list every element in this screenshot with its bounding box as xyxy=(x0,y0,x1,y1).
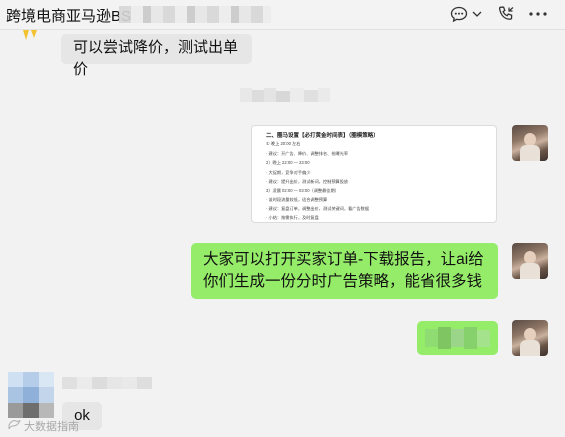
phone-icon[interactable] xyxy=(496,5,516,23)
avatar[interactable] xyxy=(512,320,548,356)
avatar[interactable] xyxy=(512,125,548,161)
image-doc-line: 2）晚上 22:00 — 23:00 xyxy=(266,160,310,165)
message-text: 大家可以打开买家订单-下载报告，让ai给你们生成一份分时广告策略，能省很多钱 xyxy=(203,251,484,290)
message-bubble-right[interactable] xyxy=(417,321,498,355)
more-icon[interactable] xyxy=(526,5,550,23)
avatar[interactable] xyxy=(512,243,548,279)
watermark-text: 大数据指南 xyxy=(24,421,79,433)
image-doc-line: · 建议：提升出价，测试新词，控制预算投放 xyxy=(266,179,349,184)
timestamp-redaction xyxy=(240,88,330,102)
sent-image-message[interactable]: 二、圈马设置【必打黄金时间表】（圈模策略） ① 晚上 20:00 左右 · 建议… xyxy=(251,125,497,223)
image-doc-line: · 大促期，竞争对手偏少 xyxy=(266,170,311,175)
avatar-redaction xyxy=(8,372,54,418)
image-doc-line: ① 晚上 20:00 左右 xyxy=(266,141,301,146)
chat-title: 跨境电商亚马逊BS xyxy=(6,8,132,25)
message-text: 可以尝试降价，测试出单价 xyxy=(73,39,239,78)
watermark-logo-icon xyxy=(8,419,21,430)
sticker-image[interactable] xyxy=(19,30,41,44)
name-redaction xyxy=(62,377,152,389)
image-doc-line: · 小结：按需执行，及时复盘 xyxy=(266,215,319,220)
chevron-down-icon[interactable] xyxy=(471,5,483,23)
image-doc-line: · 建议：复盘订单，调整出价，测试关键词，看广告数据 xyxy=(266,206,370,211)
message-bubble-right[interactable]: 大家可以打开买家订单-下载报告，让ai给你们生成一份分时广告策略，能省很多钱 xyxy=(191,243,498,299)
image-doc-line: · 建议：开广告、降价、调整排名、抢曝光率 xyxy=(266,151,349,156)
message-bubble-left[interactable]: 可以尝试降价，测试出单价 xyxy=(61,34,252,78)
image-doc-line: · 该时段流量较低，适合调整预算 xyxy=(266,197,328,202)
chat-header: 跨境电商亚马逊BS xyxy=(0,0,565,30)
title-redaction xyxy=(119,6,271,23)
image-doc-line: 3）凌晨 02:00 — 03:00（调整最佳期） xyxy=(266,188,339,193)
message-redaction xyxy=(425,327,490,349)
chat-bubble-icon[interactable] xyxy=(449,5,469,23)
image-doc-title: 二、圈马设置【必打黄金时间表】（圈模策略） xyxy=(266,133,379,139)
